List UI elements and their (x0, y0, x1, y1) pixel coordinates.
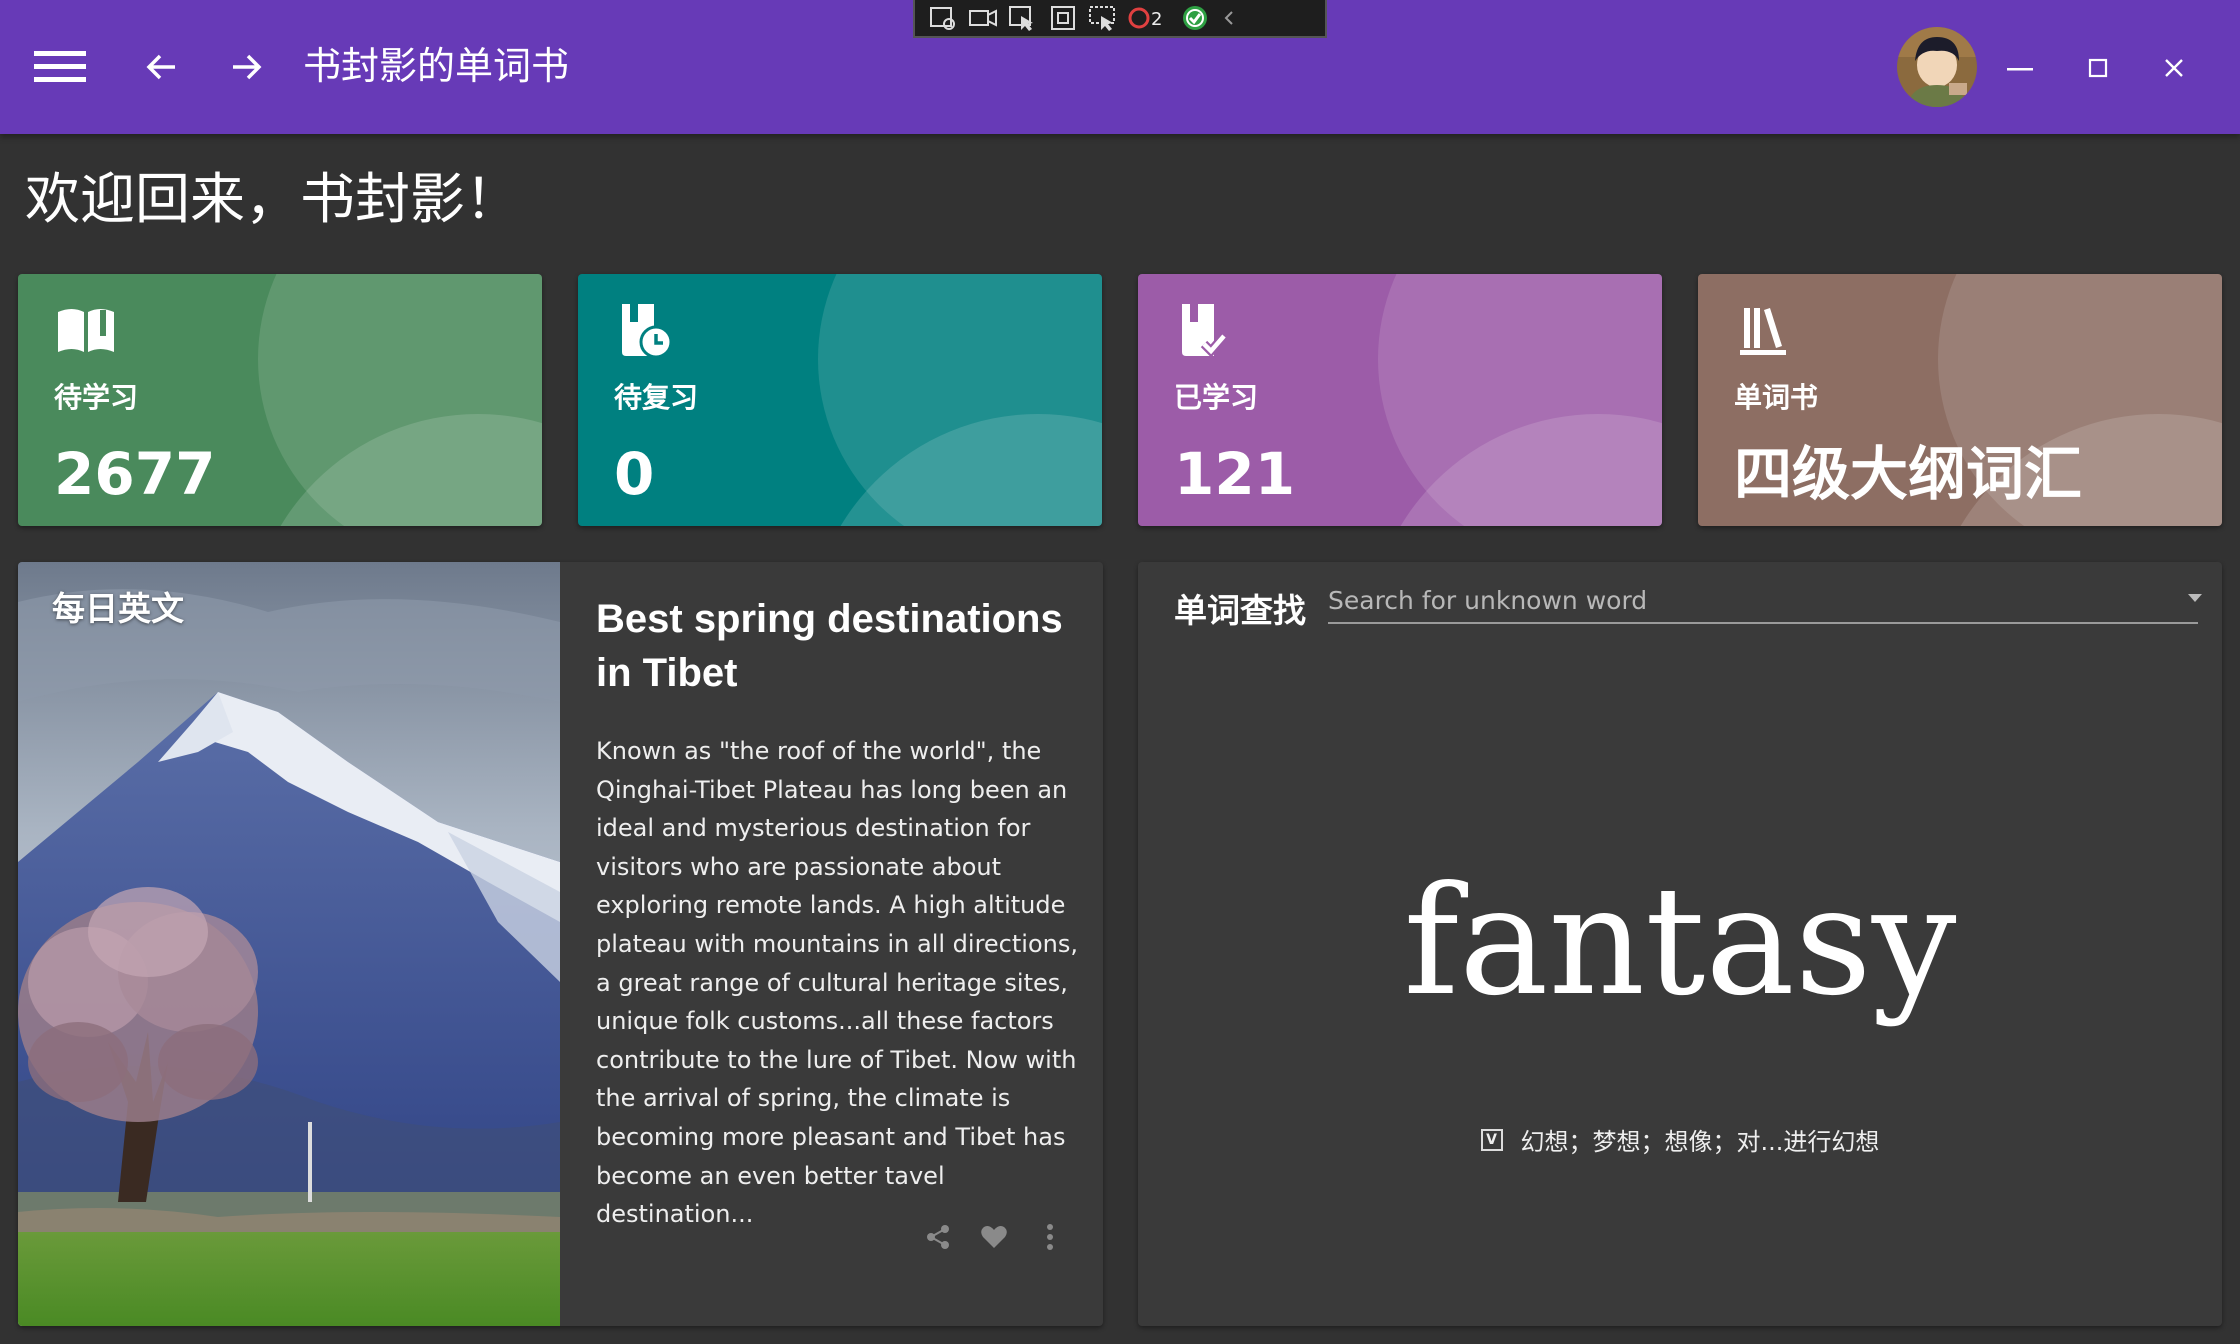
lookup-label: 单词查找 (1174, 591, 1306, 630)
article-body: Known as "the roof of the world", the Qi… (596, 737, 1078, 1229)
avatar[interactable] (1897, 27, 1977, 107)
title-bar: 书封影的单词书 2 (0, 0, 2240, 134)
layout-bounds-icon[interactable] (1047, 4, 1079, 32)
book-clock-icon (614, 298, 678, 362)
forward-arrow-icon[interactable] (226, 47, 266, 87)
article-actions (923, 1222, 1065, 1252)
menu-icon[interactable] (32, 47, 88, 87)
stat-card-wordbook[interactable]: 单词书 四级大纲词汇 (1698, 274, 2222, 526)
error-badge-icon[interactable]: 2 (1127, 4, 1171, 32)
track-element-icon[interactable] (1087, 4, 1119, 32)
part-of-speech-badge: V (1480, 1128, 1503, 1151)
stat-value: 121 (1174, 440, 1296, 508)
debug-toolbar: 2 (913, 0, 1327, 38)
debug-badge-count: 2 (1151, 9, 1162, 30)
stat-card-to-learn[interactable]: 待学习 2677 (18, 274, 542, 526)
close-icon[interactable] (2154, 50, 2194, 86)
record-icon[interactable] (967, 4, 999, 32)
back-arrow-icon[interactable] (142, 47, 182, 87)
article-title: Best spring destinations in Tibet (596, 597, 1063, 695)
select-element-icon[interactable] (927, 4, 959, 32)
heart-icon[interactable] (979, 1222, 1009, 1252)
stat-label: 单词书 (1734, 381, 1819, 414)
stat-label: 已学习 (1174, 381, 1259, 414)
app-title: 书封影的单词书 (303, 44, 570, 88)
more-vert-icon[interactable] (1035, 1222, 1065, 1252)
stat-label: 待学习 (54, 381, 139, 414)
word-meaning: V 幻想；梦想；想像；对...进行幻想 (1138, 1122, 2222, 1157)
check-icon[interactable] (1179, 4, 1211, 32)
daily-english-card: 每日英文 Best spring destinations in Tibet K… (18, 562, 1103, 1326)
daily-tag: 每日英文 (52, 589, 184, 628)
word-lookup-card: 单词查找 fantasy V 幻想；梦想；想像；对...进行幻想 (1138, 562, 2222, 1326)
stat-card-to-review[interactable]: 待复习 0 (578, 274, 1102, 526)
book-open-icon (54, 298, 118, 362)
maximize-icon[interactable] (2078, 50, 2118, 86)
collapse-chevron-icon[interactable] (1219, 4, 1239, 32)
lookup-word: fantasy (1403, 855, 1957, 1029)
book-check-icon (1174, 298, 1238, 362)
stat-value: 0 (614, 440, 655, 508)
stat-label: 待复习 (614, 381, 699, 414)
stat-card-learned[interactable]: 已学习 121 (1138, 274, 1662, 526)
library-icon (1734, 298, 1798, 362)
minimize-icon[interactable] (2000, 50, 2040, 86)
stat-value: 2677 (54, 440, 216, 508)
cursor-select-icon[interactable] (1007, 4, 1039, 32)
meaning-text: 幻想；梦想；想像；对...进行幻想 (1520, 1128, 1880, 1156)
share-icon[interactable] (923, 1222, 953, 1252)
stat-value: 四级大纲词汇 (1734, 440, 2083, 508)
word-search-input[interactable] (1328, 578, 2198, 624)
dropdown-caret-icon[interactable] (2188, 594, 2202, 602)
daily-image: 每日英文 (18, 562, 560, 1326)
welcome-heading: 欢迎回来，书封影！ (25, 167, 521, 231)
